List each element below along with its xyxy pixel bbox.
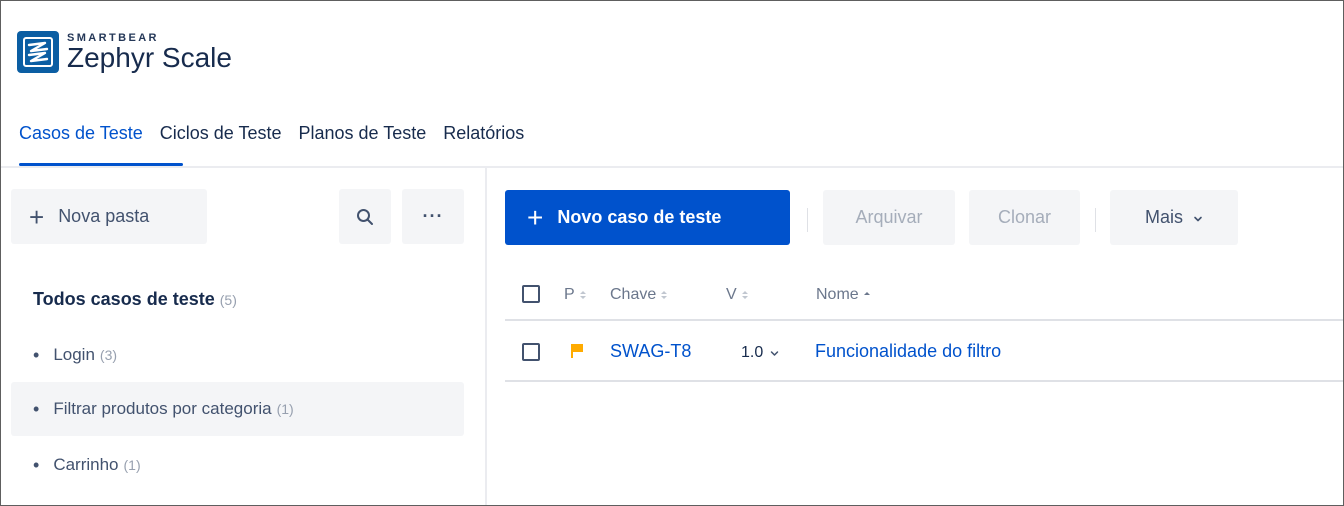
chevron-down-icon [771,350,779,356]
sidebar-divider [485,168,487,505]
test-case-name-link[interactable]: Funcionalidade do filtro [815,341,1001,362]
header-divider [1,166,1343,168]
product-name: Zephyr Scale [67,42,232,73]
folder-root-label: Todos casos de teste [33,289,215,309]
tab-planos-de-teste[interactable]: Planos de Teste [298,123,426,144]
archive-button[interactable]: Arquivar [823,190,955,245]
folder-item-login[interactable]: • Login (3) [11,328,464,382]
folder-item-count: (3) [99,347,118,363]
folder-item-filtrar-produtos[interactable]: • Filtrar produtos por categoria (1) [11,382,464,436]
folder-item-carrinho[interactable]: • Carrinho (1) [11,438,464,492]
search-folders-button[interactable] [339,189,391,244]
column-header-label: V [726,286,737,303]
zephyr-logo-icon [17,31,59,73]
new-folder-label: Nova pasta [58,206,150,226]
plus-icon: + [527,201,544,233]
column-header-name[interactable]: Nome [816,286,871,304]
folder-item-label: Login [53,345,95,364]
folder-root-count: (5) [219,292,237,308]
toolbar-separator [807,208,808,232]
folder-item-count: (1) [276,401,294,417]
folder-more-button[interactable]: ··· [402,189,464,244]
bullet-icon: • [33,454,40,475]
column-header-version[interactable]: V [726,286,749,304]
version-select[interactable]: 1.0 [741,344,779,362]
clone-button[interactable]: Clonar [969,190,1080,245]
select-all-checkbox[interactable] [522,285,540,303]
column-header-label: P [564,286,575,303]
test-case-key-link[interactable]: SWAG-T8 [610,341,691,362]
table-row-divider [505,380,1343,382]
toolbar-separator [1095,208,1096,232]
column-header-label: Nome [816,286,859,303]
folder-item-count: (1) [123,457,141,473]
table-header-divider [505,319,1343,321]
search-icon [357,208,373,225]
zephyr-scale-window: SMARTBEAR Zephyr Scale Casos de Teste Ci… [0,0,1344,506]
more-actions-button[interactable]: Mais [1110,190,1238,245]
sort-icon [579,291,586,299]
more-dots-icon: ··· [422,206,444,226]
priority-flag-icon [570,343,584,364]
new-test-case-label: Novo caso de teste [557,207,722,227]
column-header-label: Chave [610,286,657,303]
more-actions-label: Mais [1144,207,1183,227]
column-header-key[interactable]: Chave [610,286,668,304]
sort-icon [661,291,668,299]
sort-icon [741,291,748,299]
version-value: 1.0 [741,344,764,361]
row-checkbox[interactable] [522,343,540,361]
tab-relatorios[interactable]: Relatórios [443,123,524,144]
bullet-icon: • [33,344,40,365]
folder-tree-root[interactable]: Todos casos de teste (5) [33,289,237,310]
bullet-icon: • [33,398,40,419]
new-folder-button[interactable]: + Nova pasta [11,189,207,244]
folder-item-label: Filtrar produtos por categoria [53,399,272,418]
plus-icon: + [29,201,45,232]
sort-ascending-icon [863,292,870,295]
tab-ciclos-de-teste[interactable]: Ciclos de Teste [160,123,282,144]
tab-casos-de-teste[interactable]: Casos de Teste [19,123,143,144]
zephyr-logo[interactable]: SMARTBEAR Zephyr Scale [17,31,232,74]
new-test-case-button[interactable]: + Novo caso de teste [505,190,790,245]
folder-item-label: Carrinho [53,455,119,474]
chevron-down-icon [1193,207,1203,228]
column-header-priority[interactable]: P [564,286,587,304]
main-tabs: Casos de Teste Ciclos de Teste Planos de… [19,123,541,144]
